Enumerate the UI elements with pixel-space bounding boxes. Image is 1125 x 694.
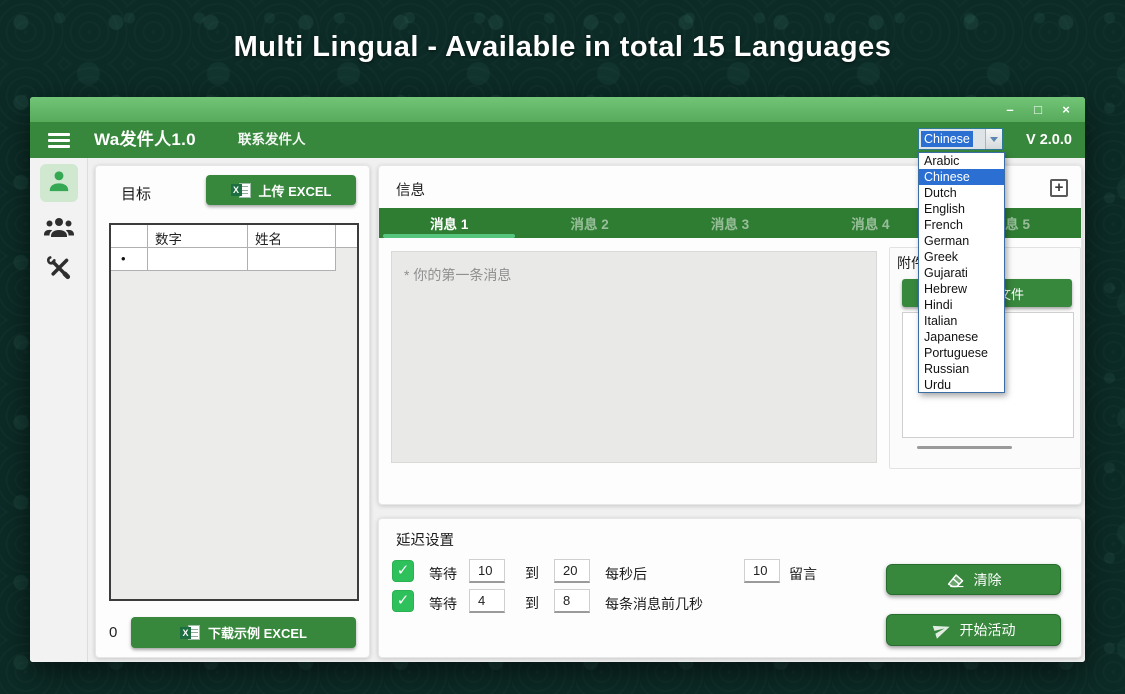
language-option-dutch[interactable]: Dutch (919, 185, 1004, 201)
grid-col-number: 数字 (148, 225, 248, 247)
wait-suffix-2: 每条消息前几秒 (605, 594, 703, 614)
upload-excel-label: 上传 EXCEL (259, 181, 332, 200)
group-icon (43, 214, 75, 245)
start-campaign-label: 开始活动 (960, 620, 1016, 640)
app-title: Wa发件人1.0 (94, 122, 196, 158)
version-label: V 2.0.0 (1026, 122, 1072, 158)
tab-message-1[interactable]: 消息 1 (379, 208, 519, 238)
start-campaign-button[interactable]: 开始活动 (886, 614, 1061, 646)
message-placeholder: * 你的第一条消息 (404, 265, 511, 285)
delay-checkbox-1[interactable]: ✓ (392, 560, 414, 582)
wait-from-input-2[interactable]: 4 (469, 589, 505, 613)
contact-count: 0 (109, 624, 117, 641)
cell-number[interactable] (148, 248, 248, 270)
language-option-french[interactable]: French (919, 217, 1004, 233)
language-option-hindi[interactable]: Hindi (919, 297, 1004, 313)
to-label-2: 到 (525, 593, 539, 613)
page-title: Multi Lingual - Available in total 15 La… (0, 31, 1125, 64)
delay-title: 延迟设置 (396, 529, 454, 550)
maximize-button[interactable]: □ (1029, 97, 1047, 122)
grid-header-row: 数字 姓名 (111, 225, 357, 248)
sidebar (30, 158, 88, 662)
language-option-japanese[interactable]: Japanese (919, 329, 1004, 345)
clear-label: 清除 (974, 570, 1002, 590)
window-chrome: – □ × (30, 97, 1085, 122)
message-count-label: 留言 (789, 564, 817, 584)
wait-label-1: 等待 (429, 564, 457, 584)
excel-icon: X (180, 625, 200, 640)
language-dropdown-list: Arabic Chinese Dutch English French Germ… (918, 152, 1005, 393)
table-row[interactable]: • (111, 248, 336, 271)
wait-suffix-1: 每秒后 (605, 564, 647, 584)
excel-icon: X (231, 183, 251, 198)
language-option-chinese[interactable]: Chinese (919, 169, 1004, 185)
close-button[interactable]: × (1057, 97, 1075, 122)
language-option-hebrew[interactable]: Hebrew (919, 281, 1004, 297)
clear-button[interactable]: 清除 (886, 564, 1061, 595)
chevron-down-icon[interactable] (985, 129, 1002, 149)
cell-name[interactable] (248, 248, 336, 270)
language-select[interactable]: Chinese (918, 128, 1003, 150)
message-count-input[interactable]: 10 (744, 559, 780, 583)
tab-message-2[interactable]: 消息 2 (519, 208, 659, 238)
delay-panel: 延迟设置 ✓ 等待 10 到 20 每秒后 10 留言 ✓ 等待 4 到 8 每… (378, 518, 1082, 658)
tab-message-3[interactable]: 消息 3 (660, 208, 800, 238)
language-option-gujarati[interactable]: Gujarati (919, 265, 1004, 281)
language-option-italian[interactable]: Italian (919, 313, 1004, 329)
download-sample-label: 下载示例 EXCEL (208, 623, 307, 642)
minimize-button[interactable]: – (1001, 97, 1019, 122)
language-option-german[interactable]: German (919, 233, 1004, 249)
horizontal-scrollbar[interactable] (917, 446, 1012, 449)
to-label-1: 到 (525, 563, 539, 583)
wait-from-input-1[interactable]: 10 (469, 559, 505, 583)
language-option-portuguese[interactable]: Portuguese (919, 345, 1004, 361)
language-option-russian[interactable]: Russian (919, 361, 1004, 377)
paper-plane-icon (932, 621, 952, 639)
message-editor[interactable]: * 你的第一条消息 (391, 251, 877, 463)
message-title: 信息 (396, 179, 425, 200)
grid-selector-header (111, 225, 148, 247)
eraser-icon (946, 571, 966, 589)
grid-col-name: 姓名 (248, 225, 336, 247)
download-sample-excel-button[interactable]: X 下载示例 EXCEL (131, 617, 356, 648)
upload-excel-button[interactable]: X 上传 EXCEL (206, 175, 356, 205)
menu-icon[interactable] (48, 133, 70, 148)
wait-to-input-2[interactable]: 8 (554, 589, 590, 613)
language-option-english[interactable]: English (919, 201, 1004, 217)
wait-label-2: 等待 (429, 594, 457, 614)
wait-to-input-1[interactable]: 20 (554, 559, 590, 583)
person-icon (46, 168, 72, 199)
row-marker: • (111, 248, 148, 270)
delay-checkbox-2[interactable]: ✓ (392, 590, 414, 612)
language-select-value: Chinese (921, 131, 973, 147)
sidebar-item-groups[interactable] (30, 214, 88, 245)
target-panel: 目标 X 上传 EXCEL 数字 姓名 • 0 (95, 165, 370, 658)
language-option-greek[interactable]: Greek (919, 249, 1004, 265)
tools-icon (45, 254, 73, 287)
language-option-arabic[interactable]: Arabic (919, 153, 1004, 169)
language-option-urdu[interactable]: Urdu (919, 377, 1004, 393)
sidebar-item-contacts[interactable] (40, 164, 78, 202)
sidebar-item-tools[interactable] (30, 254, 88, 287)
add-tab-button[interactable]: + (1050, 179, 1068, 197)
target-title: 目标 (121, 183, 151, 204)
contacts-grid[interactable]: 数字 姓名 • (109, 223, 359, 601)
nav-contact-sender[interactable]: 联系发件人 (238, 122, 306, 158)
